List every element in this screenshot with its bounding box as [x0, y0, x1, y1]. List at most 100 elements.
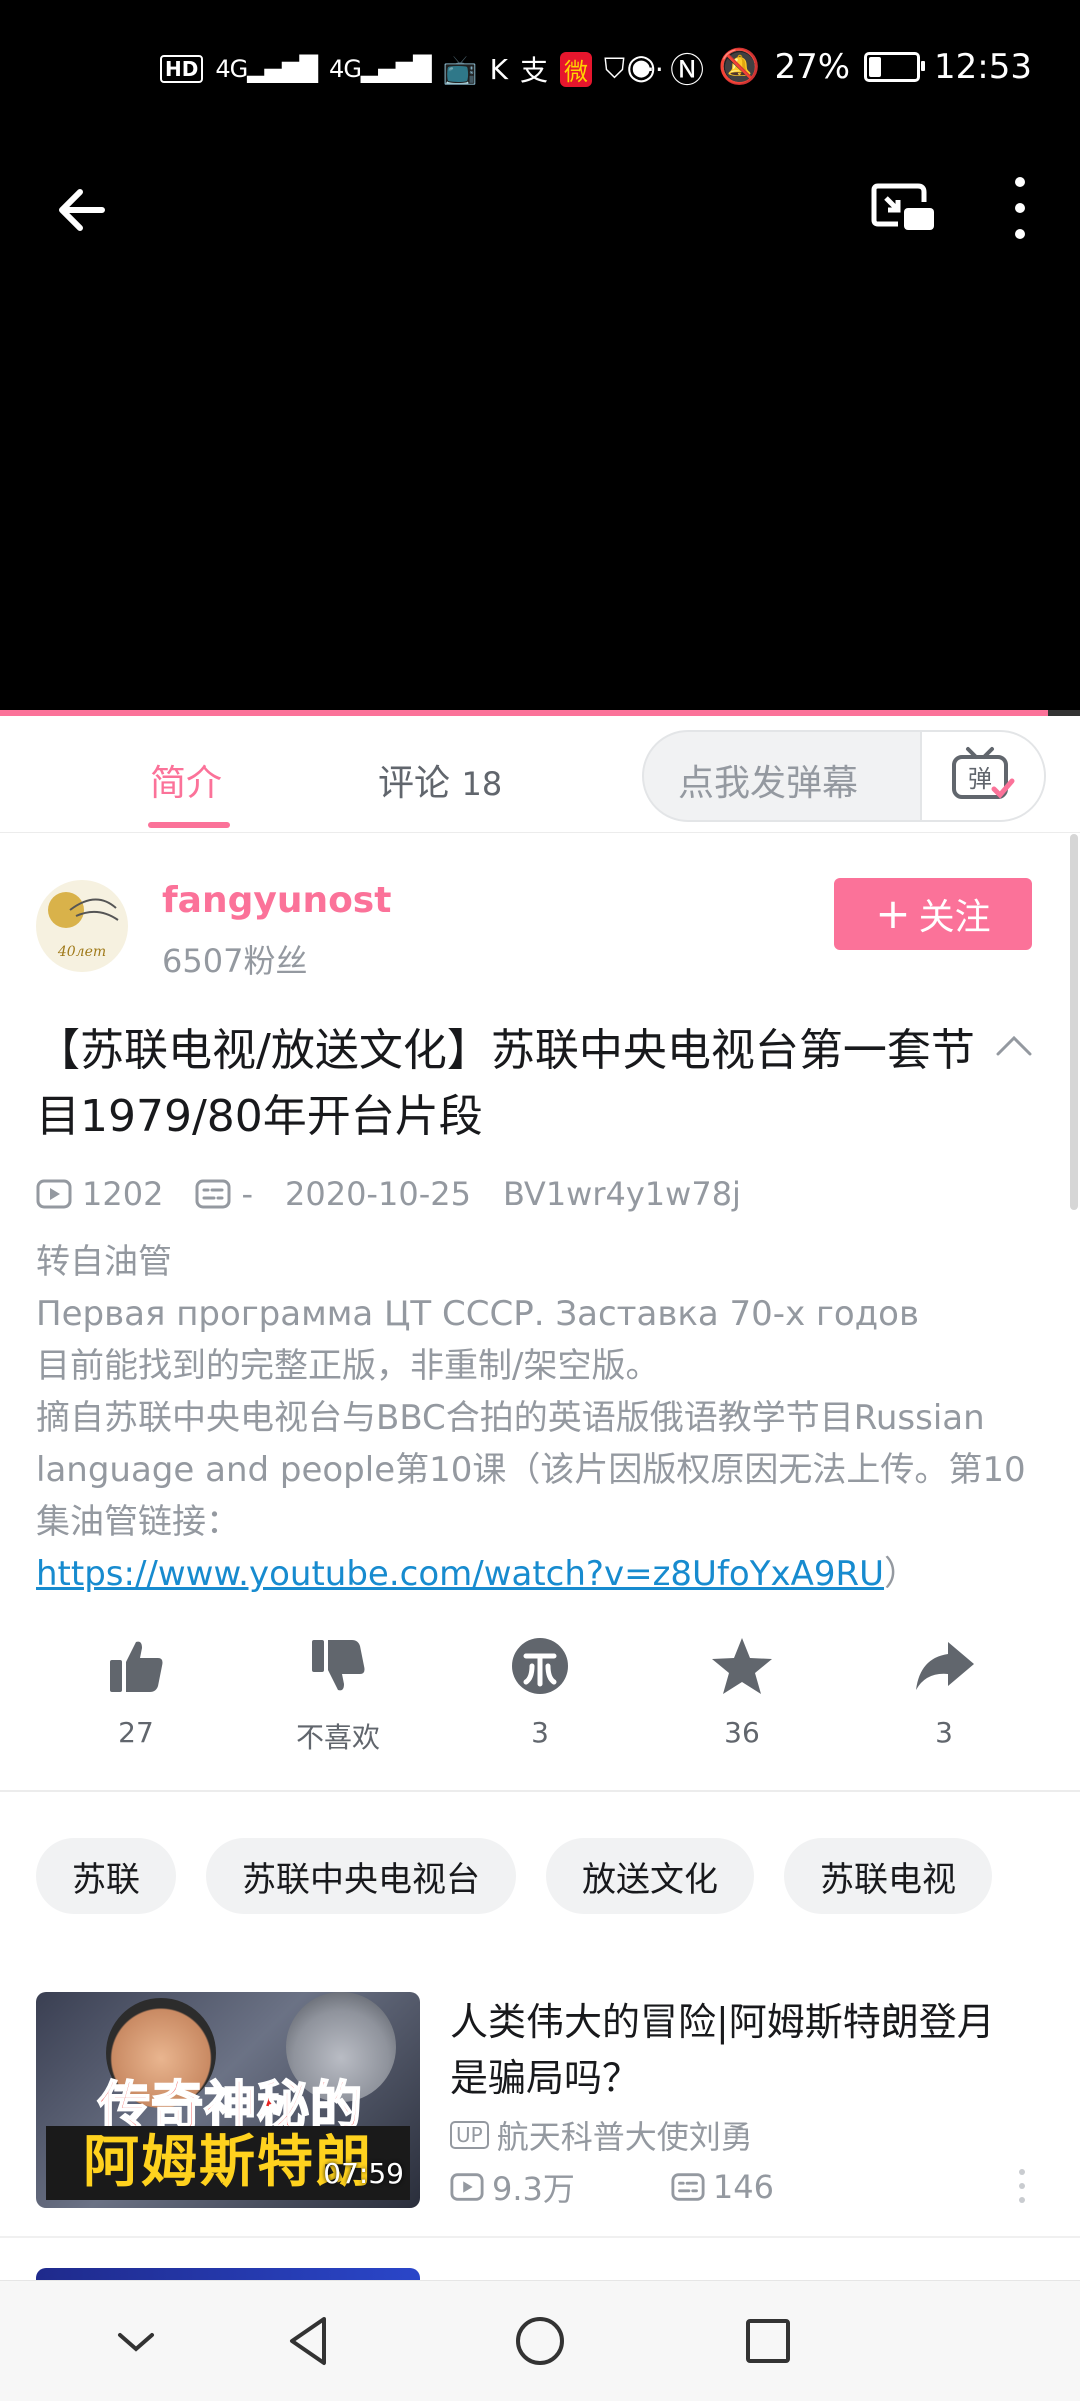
danmaku-count-value: - [241, 1175, 253, 1213]
desc-tail: ） [884, 1554, 919, 1594]
eye-icon: ◉ [626, 47, 657, 87]
battery-percent: 27% [774, 47, 851, 87]
alipay-icon: 支 [520, 54, 549, 87]
tag-item[interactable]: 苏联电视 [784, 1838, 992, 1914]
bilibili-notify-icon: 📺 [442, 52, 478, 86]
rec-view-count: 9.3万 [450, 2164, 575, 2210]
uploader-avatar[interactable]: 40лет [36, 880, 128, 972]
tab-intro[interactable]: 简介 [150, 754, 222, 806]
view-count: 1202 [36, 1175, 163, 1213]
chevron-up-icon[interactable] [994, 1030, 1034, 1060]
more-vertical-icon[interactable] [1000, 168, 1040, 248]
video-description: 转自油管 Первая программа ЦТ СССР. Заставка … [36, 1236, 1046, 1600]
video-progress-fill [0, 710, 1048, 716]
rec-video-title[interactable]: 人类伟大的冒险|阿姆斯特朗登月是骗局吗？ [450, 1994, 1030, 2106]
status-right-icons: ◉ Ⓝ 🔕 27% 12:53 [626, 42, 1032, 92]
desc-line-3: 目前能找到的完整正版，非重制/架空版。 [36, 1346, 660, 1386]
action-bar: 27 不喜欢 3 36 3 [0, 1634, 1080, 1764]
video-progress-bar[interactable] [0, 710, 1080, 716]
coin-button[interactable]: 3 [470, 1634, 610, 1749]
tag-item[interactable]: 苏联 [36, 1838, 176, 1914]
list-separator [0, 2236, 1080, 2238]
play-count-icon [450, 2173, 484, 2201]
rec-stats: 9.3万 146 [450, 2164, 870, 2210]
coin-icon [512, 1638, 568, 1694]
status-bar: HD 4G▂▄▆█ 4G▂▄▆█ 📺 K 支 微 ⛉ ··· ◉ Ⓝ 🔕 27%… [0, 0, 1080, 138]
share-count: 3 [935, 1716, 953, 1749]
plus-icon: + [875, 889, 911, 938]
battery-fill [869, 57, 882, 77]
share-button[interactable]: 3 [874, 1634, 1014, 1749]
desc-link-line: https://www.youtube.com/watch?v=z8UfoYxA… [36, 1548, 1046, 1600]
rec-uploader: UP 航天科普大使刘勇 [450, 2112, 753, 2158]
back-arrow-icon[interactable] [52, 178, 116, 242]
more-vertical-icon[interactable] [1012, 2166, 1032, 2206]
danmaku-icon: 弹 [952, 747, 1015, 799]
tab-comments[interactable]: 评论 18 [378, 754, 502, 806]
dislike-button[interactable]: 不喜欢 [268, 1634, 408, 1756]
chevron-down-icon[interactable] [106, 2311, 166, 2371]
danmaku-count: - [195, 1175, 253, 1213]
avatar-image: 40лет [48, 892, 119, 960]
nav-back-icon[interactable] [280, 2311, 340, 2371]
nfc-icon: Ⓝ [670, 50, 705, 91]
desc-line-4: 摘自苏联中央电视台与BBC合拍的英语版俄语教学节目Russian languag… [36, 1398, 1026, 1542]
bvid: BV1wr4y1w78j [502, 1175, 741, 1213]
video-player[interactable] [0, 138, 1080, 716]
svg-text:40лет: 40лет [57, 944, 106, 960]
nav-home-icon[interactable] [510, 2311, 570, 2371]
rec-danmaku-count-value: 146 [712, 2168, 774, 2206]
follow-button[interactable]: + 关注 [834, 878, 1032, 950]
danmaku-count-icon [195, 1179, 231, 1209]
uploader-name[interactable]: fangyunost [162, 880, 391, 921]
favorite-button[interactable]: 36 [672, 1634, 812, 1749]
like-button[interactable]: 27 [66, 1634, 206, 1749]
k-app-icon: K [489, 52, 508, 86]
desc-line-1: 转自油管 [36, 1242, 172, 1282]
danmaku-count-icon [671, 2173, 705, 2201]
system-nav-bar [0, 2280, 1080, 2401]
like-count: 27 [118, 1716, 154, 1749]
nav-recents-icon[interactable] [738, 2311, 798, 2371]
scrollbar[interactable] [1070, 834, 1078, 1210]
detail-tabs: 简介 评论 18 点我发弹幕 弹 [0, 718, 1080, 833]
shield-icon: ⛉ [604, 52, 626, 85]
video-meta: 1202 - 2020-10-25 BV1wr4y1w78j [36, 1172, 773, 1216]
desc-line-2: Первая программа ЦТ СССР. Заставка 70-х … [36, 1294, 920, 1334]
star-icon [712, 1638, 772, 1694]
view-count-value: 1202 [82, 1175, 164, 1213]
favorite-count: 36 [724, 1716, 760, 1749]
thumbs-up-icon [110, 1641, 163, 1692]
up-badge-icon: UP [450, 2121, 489, 2149]
clock: 12:53 [934, 47, 1032, 87]
tab-comments-count: 18 [461, 765, 503, 803]
danmaku-input[interactable]: 点我发弹幕 弹 [642, 730, 1046, 822]
picture-in-picture-icon[interactable] [868, 176, 938, 240]
rec-uploader-name: 航天科普大使刘勇 [496, 2118, 753, 2156]
publish-date: 2020-10-25 [284, 1175, 471, 1213]
video-title: 【苏联电视/放送文化】苏联中央电视台第一套节目1979/80年开台片段 [36, 1025, 975, 1142]
coin-count: 3 [531, 1716, 549, 1749]
hd-icon: HD [160, 55, 204, 83]
follow-label: 关注 [918, 897, 991, 938]
youtube-link[interactable]: https://www.youtube.com/watch?v=z8UfoYxA… [36, 1554, 884, 1594]
tab-intro-underline [148, 822, 230, 828]
weibo-icon: 微 [560, 51, 593, 87]
mute-icon: 🔕 [718, 47, 761, 87]
play-count-icon [36, 1179, 72, 1209]
svg-text:弹: 弹 [968, 765, 992, 793]
rec-danmaku-count: 146 [671, 2168, 774, 2206]
dislike-label: 不喜欢 [295, 1721, 380, 1754]
danmaku-placeholder: 点我发弹幕 [678, 763, 859, 804]
battery-icon [864, 52, 926, 82]
signal-icon-1: 4G▂▄▆█ [215, 55, 318, 83]
tab-comments-label: 评论 [378, 763, 451, 804]
danmaku-toggle-button[interactable]: 弹 [920, 732, 1044, 820]
rec-video-thumbnail[interactable]: 传奇神秘的 阿姆斯特朗 07:59 [36, 1992, 420, 2208]
thumbs-down-icon [312, 1640, 365, 1691]
tag-item[interactable]: 放送文化 [546, 1838, 754, 1914]
signal-icon-2: 4G▂▄▆█ [329, 55, 432, 83]
tag-list: 苏联 苏联中央电视台 放送文化 苏联电视 [36, 1838, 992, 1914]
tag-item[interactable]: 苏联中央电视台 [206, 1838, 516, 1914]
uploader-fans: 6507粉丝 [162, 942, 308, 980]
